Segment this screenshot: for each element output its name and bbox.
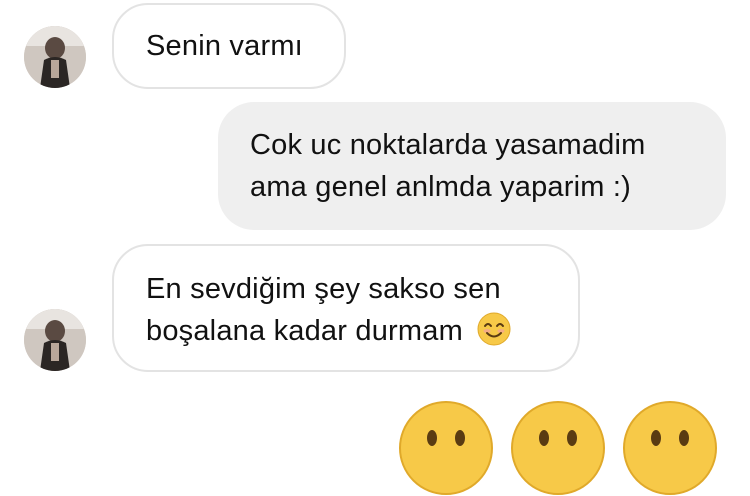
- message-text-line: ama genel anlmda yaparim :): [250, 171, 631, 203]
- message-bubble-incoming[interactable]: En sevdiğim şey sakso sen boşalana kadar…: [112, 244, 580, 372]
- grinning-face-emoji: [511, 401, 605, 495]
- message-text-line: En sevdiğim şey sakso sen: [146, 273, 501, 305]
- avatar-photo: [24, 26, 86, 88]
- avatar-photo: [24, 309, 86, 371]
- message-bubble-incoming[interactable]: Senin varmı: [112, 3, 346, 89]
- message-text: Senin varmı: [146, 30, 303, 62]
- message-text-line: boşalana kadar durmam: [146, 310, 578, 352]
- contact-avatar[interactable]: [24, 26, 86, 88]
- smiling-face-emoji: [477, 312, 511, 346]
- contact-avatar[interactable]: [24, 309, 86, 371]
- grinning-face-emoji: [399, 401, 493, 495]
- grinning-face-emoji: [623, 401, 717, 495]
- message-bubble-outgoing[interactable]: Cok uc noktalarda yasamadim ama genel an…: [218, 102, 726, 230]
- message-text-line: Cok uc noktalarda yasamadim: [250, 129, 646, 161]
